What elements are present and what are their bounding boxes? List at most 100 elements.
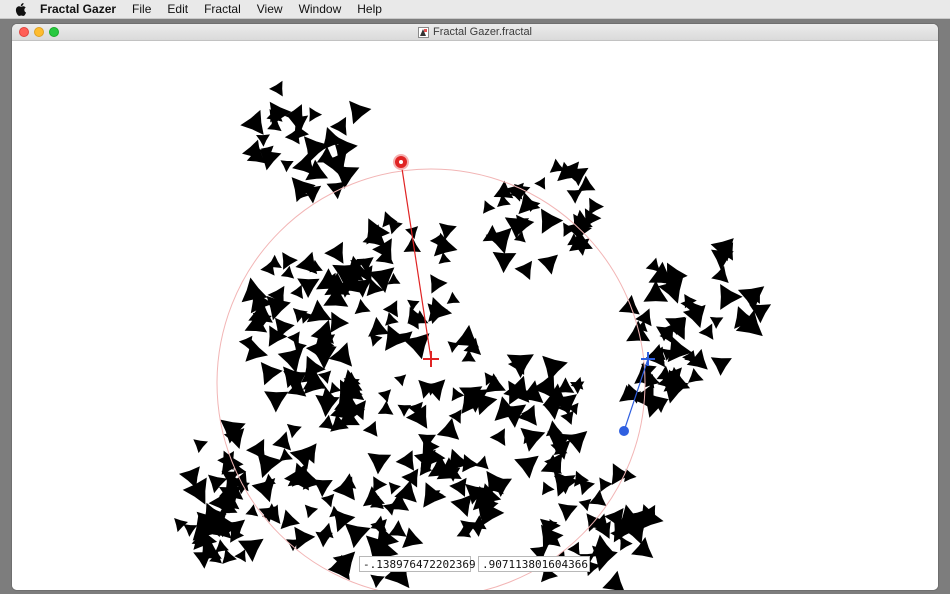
fractal-spike	[349, 100, 372, 125]
fractal-spike	[286, 423, 302, 439]
fractal-spike	[599, 477, 613, 492]
red-center-crosshair[interactable]	[423, 351, 439, 367]
fractal-spike	[290, 284, 304, 299]
fractal-spike	[377, 389, 392, 403]
fractal-spike	[549, 158, 565, 173]
fractal-spike	[542, 481, 555, 496]
fractal-spike	[315, 531, 333, 548]
fractal-spike	[688, 368, 704, 383]
fractal-spike	[370, 574, 385, 589]
fractal-spike	[282, 252, 298, 270]
fractal-spike	[362, 420, 378, 437]
fractal-spike	[326, 181, 346, 200]
fractal-spike	[294, 526, 316, 550]
fractal-spike	[483, 200, 496, 214]
fractal-spike	[266, 254, 282, 268]
window-title-area: Fractal Gazer.fractal	[12, 24, 938, 40]
fractal-spike	[329, 381, 342, 395]
fractal-spike	[454, 324, 479, 348]
fractal-spike	[542, 355, 568, 382]
red-rotation-handle[interactable]	[393, 154, 409, 170]
blue-rotation-handle[interactable]	[619, 426, 629, 436]
document-icon	[417, 26, 429, 38]
fractal-spike	[388, 520, 407, 537]
fractal-spike	[520, 427, 546, 452]
fractal-spike	[257, 451, 283, 478]
menu-view[interactable]: View	[249, 0, 291, 18]
fractal-spike	[373, 476, 388, 493]
fractal-shape	[174, 80, 772, 590]
fractal-spike	[462, 454, 479, 473]
red-control-arm	[400, 161, 432, 360]
menu-edit[interactable]: Edit	[159, 0, 196, 18]
fractal-spike	[320, 493, 335, 508]
fractal-spike	[589, 489, 607, 506]
document-window: Fractal Gazer.fractal -.138976472202369	[12, 24, 938, 590]
fractal-spike	[339, 473, 357, 489]
fractal-spike	[698, 323, 714, 340]
menu-app-name[interactable]: Fractal Gazer	[32, 0, 124, 18]
fractal-spike	[284, 127, 300, 145]
fractal-spike	[402, 527, 424, 548]
fractal-spike	[240, 109, 264, 135]
fractal-spike	[534, 177, 546, 190]
fractal-spike	[367, 453, 392, 475]
fractal-spike	[407, 299, 420, 312]
fractal-drawing[interactable]	[12, 41, 938, 590]
window-title: Fractal Gazer.fractal	[432, 26, 533, 38]
fractal-spike	[645, 257, 661, 273]
fractal-spike	[711, 265, 729, 283]
fractal-spike	[588, 197, 604, 215]
coordinate-y-field[interactable]: .907113801604366	[478, 556, 590, 572]
fractal-spike	[449, 477, 467, 497]
fractal-spike	[618, 294, 640, 315]
fractal-spike	[545, 420, 563, 437]
fractal-spike	[514, 260, 533, 280]
apple-icon	[15, 2, 27, 16]
fractal-spike	[309, 107, 323, 122]
fractal-spike	[193, 550, 214, 569]
fractal-spike	[567, 541, 580, 556]
fractal-spike	[394, 374, 407, 387]
fractal-spike	[397, 404, 412, 417]
fractal-spike	[295, 251, 318, 275]
fractal-spike	[330, 311, 350, 333]
fractal-spike	[395, 450, 415, 471]
fractal-spike	[710, 357, 732, 376]
menu-fractal[interactable]: Fractal	[196, 0, 249, 18]
menu-file[interactable]: File	[124, 0, 159, 18]
fractal-spike	[631, 537, 654, 558]
fractal-spike	[260, 362, 283, 386]
menu-window[interactable]: Window	[291, 0, 350, 18]
fractal-spike	[312, 479, 333, 498]
fractal-spike	[280, 160, 294, 173]
coordinate-x-field[interactable]: -.138976472202369	[359, 556, 476, 572]
fractal-spike	[340, 371, 363, 391]
fractal-spike	[436, 418, 460, 440]
fractal-spike	[474, 455, 489, 470]
fractal-spike	[423, 482, 447, 508]
menu-help[interactable]: Help	[349, 0, 390, 18]
fractal-spike	[720, 284, 743, 310]
title-bar[interactable]: Fractal Gazer.fractal	[12, 24, 938, 41]
fractal-spike	[558, 503, 578, 522]
fractal-spike	[514, 455, 539, 479]
fractal-spike	[329, 505, 342, 518]
fractal-spike	[324, 241, 344, 264]
fractal-spike	[280, 509, 300, 530]
fractal-spike	[354, 298, 371, 315]
fractal-spike	[489, 428, 506, 446]
fractal-canvas[interactable]: -.138976472202369 .907113801604366	[12, 41, 938, 590]
fractal-spike	[537, 254, 558, 275]
fractal-spike	[492, 251, 517, 274]
fractal-spike	[344, 523, 371, 549]
fractal-spike	[368, 316, 390, 337]
fractal-spike	[272, 431, 292, 451]
fractal-spike	[602, 570, 624, 590]
fractal-spike	[369, 333, 383, 347]
apple-menu[interactable]	[10, 2, 32, 16]
fractal-spike	[377, 400, 394, 415]
fractal-spike	[264, 391, 289, 413]
fractal-spike	[578, 498, 592, 512]
fractal-spike	[620, 536, 633, 551]
